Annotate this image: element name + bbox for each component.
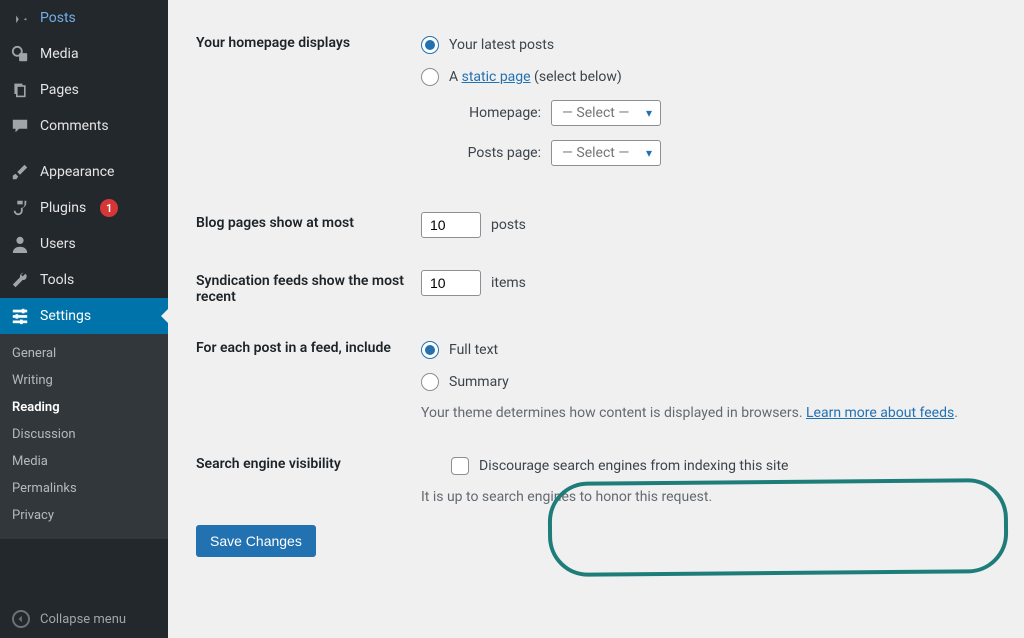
submenu-item-permalinks[interactable]: Permalinks: [0, 475, 168, 502]
setting-label-blog-pages: Blog pages show at most: [196, 200, 421, 258]
chevron-down-icon: ▾: [646, 146, 652, 160]
admin-sidebar: Posts Media Pages Comments Appearance Pl…: [0, 0, 168, 638]
sidebar-item-plugins[interactable]: Plugins 1: [0, 190, 168, 226]
sidebar-item-label: Media: [40, 46, 79, 62]
collapse-menu-button[interactable]: Collapse menu: [0, 600, 168, 638]
chevron-down-icon: ▾: [646, 106, 652, 120]
collapse-icon: [12, 610, 30, 628]
syndication-count-input[interactable]: [421, 270, 481, 296]
radio-summary[interactable]: Summary: [421, 373, 994, 391]
radio-icon: [421, 373, 439, 391]
blog-pages-count-input[interactable]: [421, 212, 481, 238]
settings-reading-page: Your homepage displays Your latest posts…: [168, 0, 1024, 638]
radio-label: Full text: [449, 342, 498, 358]
submenu-item-privacy[interactable]: Privacy: [0, 502, 168, 529]
posts-page-select-label: Posts page:: [451, 145, 541, 161]
sidebar-item-label: Plugins: [40, 200, 86, 216]
submenu-item-writing[interactable]: Writing: [0, 367, 168, 394]
radio-icon: [421, 68, 439, 86]
radio-full-text[interactable]: Full text: [421, 341, 994, 359]
sidebar-item-label: Appearance: [40, 164, 114, 180]
sidebar-item-label: Pages: [40, 82, 79, 98]
submenu-item-reading[interactable]: Reading: [0, 394, 168, 421]
radio-static-page[interactable]: A static page (select below): [421, 68, 994, 86]
posts-page-select[interactable]: — Select — ▾: [551, 140, 661, 166]
brush-icon: [10, 162, 30, 182]
sidebar-item-pages[interactable]: Pages: [0, 72, 168, 108]
radio-icon: [421, 341, 439, 359]
media-icon: [10, 44, 30, 64]
sidebar-item-label: Posts: [40, 10, 76, 26]
unit-label: posts: [491, 217, 526, 233]
sidebar-item-posts[interactable]: Posts: [0, 0, 168, 36]
homepage-select[interactable]: — Select — ▾: [551, 100, 661, 126]
setting-label-feed-include: For each post in a feed, include: [196, 325, 421, 441]
sidebar-item-label: Tools: [40, 272, 74, 288]
sidebar-item-comments[interactable]: Comments: [0, 108, 168, 144]
checkbox-label: Discourage search engines from indexing …: [479, 458, 788, 474]
setting-label-homepage-displays: Your homepage displays: [196, 20, 421, 200]
unit-label: items: [491, 275, 526, 291]
learn-more-feeds-link[interactable]: Learn more about feeds: [806, 405, 954, 421]
settings-submenu: General Writing Reading Discussion Media…: [0, 334, 168, 539]
page-icon: [10, 80, 30, 100]
plugins-update-badge: 1: [100, 199, 118, 217]
wrench-icon: [10, 270, 30, 290]
radio-latest-posts[interactable]: Your latest posts: [421, 36, 994, 54]
radio-label: Your latest posts: [449, 37, 554, 53]
plug-icon: [10, 198, 30, 218]
sidebar-item-users[interactable]: Users: [0, 226, 168, 262]
sidebar-item-label: Settings: [40, 308, 91, 324]
user-icon: [10, 234, 30, 254]
save-changes-button[interactable]: Save Changes: [196, 525, 316, 557]
radio-label: Summary: [449, 374, 509, 390]
collapse-label: Collapse menu: [40, 612, 126, 627]
settings-form-table: Your homepage displays Your latest posts…: [196, 20, 1004, 525]
submenu-item-general[interactable]: General: [0, 340, 168, 367]
pin-icon: [10, 8, 30, 28]
submenu-item-media[interactable]: Media: [0, 448, 168, 475]
radio-label: A static page (select below): [449, 69, 622, 85]
homepage-select-label: Homepage:: [451, 105, 541, 121]
feed-description: Your theme determines how content is dis…: [421, 405, 994, 421]
menu-separator: [0, 144, 168, 154]
setting-label-syndication: Syndication feeds show the most recent: [196, 258, 421, 325]
discourage-search-engines-checkbox[interactable]: Discourage search engines from indexing …: [451, 457, 994, 475]
checkbox-icon: [451, 457, 469, 475]
search-visibility-description: It is up to search engines to honor this…: [421, 489, 994, 505]
select-value: — Select —: [562, 145, 629, 161]
radio-icon: [421, 36, 439, 54]
static-page-link[interactable]: static page: [462, 69, 531, 85]
select-value: — Select —: [562, 105, 629, 121]
setting-label-search-visibility: Search engine visibility: [196, 441, 421, 525]
sidebar-item-appearance[interactable]: Appearance: [0, 154, 168, 190]
sidebar-item-label: Comments: [40, 118, 109, 134]
sidebar-item-media[interactable]: Media: [0, 36, 168, 72]
sliders-icon: [10, 306, 30, 326]
sidebar-item-settings[interactable]: Settings: [0, 298, 168, 334]
sidebar-item-tools[interactable]: Tools: [0, 262, 168, 298]
submenu-item-discussion[interactable]: Discussion: [0, 421, 168, 448]
comment-icon: [10, 116, 30, 136]
sidebar-item-label: Users: [40, 236, 76, 252]
